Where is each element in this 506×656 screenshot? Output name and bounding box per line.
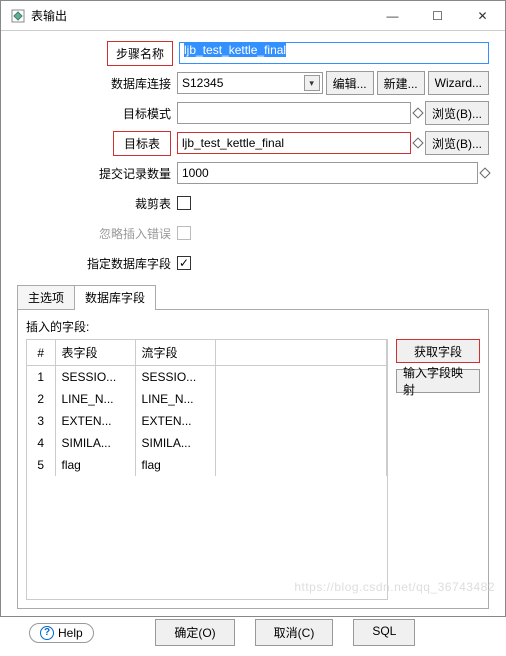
- target-table-label-wrap: 目标表: [17, 131, 177, 156]
- db-connection-label: 数据库连接: [17, 75, 177, 92]
- specify-db-fields-checkbox[interactable]: ✓: [177, 256, 191, 270]
- ignore-insert-error-checkbox: [177, 226, 191, 240]
- get-fields-button[interactable]: 获取字段: [396, 339, 480, 363]
- tab-db-fields[interactable]: 数据库字段: [74, 285, 156, 310]
- ok-button[interactable]: 确定(O): [155, 619, 234, 646]
- truncate-label: 裁剪表: [17, 195, 177, 212]
- commit-size-input[interactable]: [177, 162, 478, 184]
- close-button[interactable]: ✕: [460, 1, 505, 31]
- target-table-input[interactable]: [177, 132, 411, 154]
- db-connection-select[interactable]: S12345 ▾: [177, 72, 323, 94]
- truncate-checkbox[interactable]: [177, 196, 191, 210]
- tabs: 主选项 数据库字段: [17, 285, 489, 310]
- col-stream-field: 流字段: [135, 340, 215, 366]
- browse-schema-button[interactable]: 浏览(B)...: [425, 101, 489, 125]
- help-icon: ?: [40, 626, 54, 640]
- diamond-icon: [412, 137, 423, 148]
- ignore-insert-error-label: 忽略插入错误: [17, 225, 177, 242]
- maximize-button[interactable]: ☐: [415, 1, 460, 31]
- step-name-input[interactable]: ljb_test_kettle_final: [179, 42, 489, 64]
- table-row[interactable]: 4SIMILA...SIMILA...: [27, 432, 387, 454]
- col-num: #: [27, 340, 55, 366]
- app-icon: [11, 9, 25, 23]
- new-button[interactable]: 新建...: [377, 71, 425, 95]
- wizard-button[interactable]: Wizard...: [428, 71, 489, 95]
- table-row[interactable]: 3EXTEN...EXTEN...: [27, 410, 387, 432]
- edit-button[interactable]: 编辑...: [326, 71, 374, 95]
- titlebar: 表输出 — ☐ ✕: [1, 1, 505, 31]
- browse-table-button[interactable]: 浏览(B)...: [425, 131, 489, 155]
- table-row[interactable]: 5flagflag: [27, 454, 387, 476]
- target-table-label: 目标表: [113, 131, 171, 156]
- specify-db-fields-label: 指定数据库字段: [17, 255, 177, 272]
- table-row[interactable]: 1SESSIO...SESSIO...: [27, 366, 387, 389]
- diamond-icon: [479, 167, 490, 178]
- fields-table[interactable]: # 表字段 流字段 1SESSIO...SESSIO...2LINE_N...L…: [26, 339, 388, 600]
- insert-fields-label: 插入的字段:: [26, 318, 480, 335]
- commit-size-label: 提交记录数量: [17, 165, 177, 182]
- table-row[interactable]: 2LINE_N...LINE_N...: [27, 388, 387, 410]
- step-name-label: 步骤名称: [107, 41, 173, 66]
- help-button[interactable]: ? Help: [29, 623, 94, 643]
- minimize-button[interactable]: —: [370, 1, 415, 31]
- tab-main[interactable]: 主选项: [17, 285, 75, 310]
- window-title: 表输出: [31, 7, 370, 24]
- chevron-down-icon[interactable]: ▾: [304, 75, 320, 91]
- col-table-field: 表字段: [55, 340, 135, 366]
- input-field-mapping-button[interactable]: 输入字段映射: [396, 369, 480, 393]
- sql-button[interactable]: SQL: [353, 619, 415, 646]
- diamond-icon: [412, 107, 423, 118]
- target-schema-input[interactable]: [177, 102, 411, 124]
- target-schema-label: 目标模式: [17, 105, 177, 122]
- cancel-button[interactable]: 取消(C): [255, 619, 334, 646]
